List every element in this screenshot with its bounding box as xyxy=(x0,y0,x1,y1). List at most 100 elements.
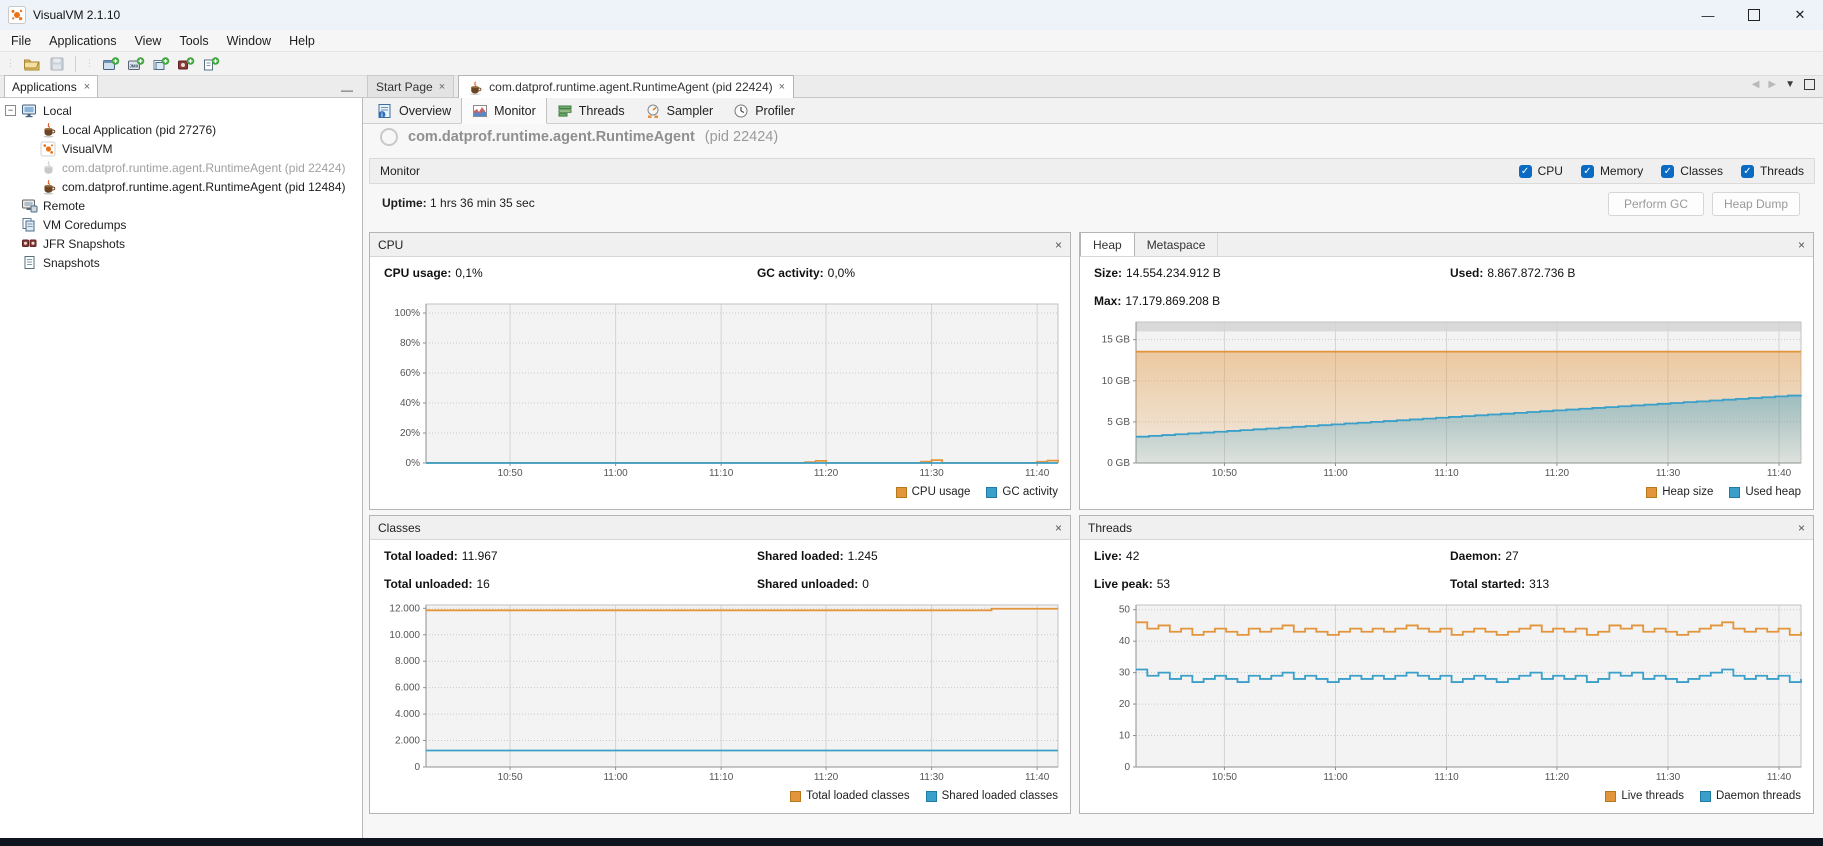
menu-item-applications[interactable]: Applications xyxy=(40,32,125,50)
tree-item-com-datprof-runtime-agent-runtimeagent-pid-12484[interactable]: com.datprof.runtime.agent.RuntimeAgent (… xyxy=(0,177,362,196)
legend-label: Shared loaded classes xyxy=(942,790,1058,802)
maximize-button[interactable] xyxy=(1731,0,1777,30)
classes-legend: Total loaded classesShared loaded classe… xyxy=(370,784,1070,813)
add-jfr-snapshot-icon[interactable] xyxy=(175,54,197,74)
tree-item-snapshots[interactable]: Snapshots xyxy=(0,253,362,272)
collapse-sidebar-button[interactable]: — xyxy=(341,87,353,93)
checkbox-classes[interactable]: ✓Classes xyxy=(1661,164,1723,178)
svg-text:11:40: 11:40 xyxy=(1767,772,1792,783)
load-snapshot-icon[interactable] xyxy=(21,54,43,74)
minimize-button[interactable]: — xyxy=(1685,0,1731,30)
cpu-chart: 10:5011:0011:1011:2011:3011:40100%80%60%… xyxy=(370,298,1070,480)
add-vm-coredump-icon[interactable] xyxy=(150,54,172,74)
uptime-value: 1 hrs 36 min 35 sec xyxy=(430,196,535,210)
cpu-panel: CPU × CPU usage:0,1%GC activity:0,0% 10:… xyxy=(369,232,1071,510)
stat-max: Max:17.179.869.208 B xyxy=(1094,294,1450,316)
stat-value: 16 xyxy=(476,577,489,591)
svg-text:12.000: 12.000 xyxy=(389,603,420,614)
svg-text:11:40: 11:40 xyxy=(1025,468,1050,479)
scroll-tabs-right-icon[interactable]: ▶ xyxy=(1768,79,1776,90)
stat-total-unloaded: Total unloaded: 16 xyxy=(384,577,757,599)
perform-gc-button[interactable]: Perform GC xyxy=(1608,192,1704,216)
classes-panel-close-icon[interactable]: × xyxy=(1055,521,1062,535)
toolbar: ⋮⋮JMX xyxy=(0,52,1823,76)
cpu-panel-title: CPU xyxy=(378,238,403,252)
doc-tab-close-icon[interactable]: × xyxy=(439,81,445,93)
threads-legend: Live threadsDaemon threads xyxy=(1080,784,1813,813)
doc-tab-label: com.datprof.runtime.agent.RuntimeAgent (… xyxy=(489,80,773,94)
visualvm-window: VisualVM 2.1.10 — ✕ FileApplicationsView… xyxy=(0,0,1823,846)
menu-item-view[interactable]: View xyxy=(126,32,171,50)
add-jmx-connection-icon[interactable]: JMX xyxy=(125,54,147,74)
heap-tab-metaspace[interactable]: Metaspace xyxy=(1135,233,1219,256)
tree-item-local[interactable]: −Local xyxy=(0,101,362,120)
tree-item-remote[interactable]: Remote xyxy=(0,196,362,215)
threads-stats: Live:42Daemon:27Live peak:53Total starte… xyxy=(1080,540,1813,599)
legend-swatch xyxy=(896,487,907,498)
legend-item-shared-loaded-classes: Shared loaded classes xyxy=(926,790,1058,802)
checkbox-threads[interactable]: ✓Threads xyxy=(1741,164,1804,178)
tree-item-jfr-snapshots[interactable]: JFR Snapshots xyxy=(0,234,362,253)
remote-icon xyxy=(21,198,38,214)
stat-daemon: Daemon:27 xyxy=(1450,549,1799,571)
add-snapshot-icon[interactable] xyxy=(200,54,222,74)
tree-item-visualvm[interactable]: VisualVM xyxy=(0,139,362,158)
tree-item-vm-coredumps[interactable]: VM Coredumps xyxy=(0,215,362,234)
tree-expander-icon[interactable]: − xyxy=(5,105,16,116)
maximize-tab-icon[interactable] xyxy=(1804,79,1815,90)
tab-threads[interactable]: Threads xyxy=(547,98,635,123)
tab-sampler[interactable]: Sampler xyxy=(635,98,724,123)
svg-text:10: 10 xyxy=(1119,731,1131,742)
svg-text:10:50: 10:50 xyxy=(1212,772,1237,783)
doc-tab-start-page[interactable]: Start Page × xyxy=(367,75,454,97)
tab-overview[interactable]: iOverview xyxy=(367,98,461,123)
applications-tab[interactable]: Applications × xyxy=(4,75,98,97)
tab-label: Threads xyxy=(579,104,625,118)
doc-tab-close-icon[interactable]: × xyxy=(779,81,785,93)
heap-tab-heap[interactable]: Heap xyxy=(1080,233,1135,256)
stat-value: 0 xyxy=(862,577,869,591)
stat-shared-unloaded: Shared unloaded:0 xyxy=(757,577,1056,599)
svg-text:5 GB: 5 GB xyxy=(1107,417,1130,428)
tree-item-local-application-pid-27276[interactable]: Local Application (pid 27276) xyxy=(0,120,362,139)
checkbox-label: CPU xyxy=(1538,164,1563,178)
tree-item-com-datprof-runtime-agent-runtimeagent-pid-22424[interactable]: com.datprof.runtime.agent.RuntimeAgent (… xyxy=(0,158,362,177)
stat-value: 14.554.234.912 B xyxy=(1126,266,1221,280)
snapshot-icon xyxy=(21,255,38,271)
checkbox-label: Classes xyxy=(1680,164,1723,178)
menu-item-window[interactable]: Window xyxy=(218,32,280,50)
stat-value: 313 xyxy=(1529,577,1549,591)
tab-profiler[interactable]: Profiler xyxy=(723,98,805,123)
heap-stats: Size:14.554.234.912 BUsed:8.867.872.736 … xyxy=(1080,257,1813,316)
doc-tab-label: Start Page xyxy=(376,80,433,94)
jfr-icon xyxy=(21,236,38,252)
menu-item-help[interactable]: Help xyxy=(280,32,324,50)
stat-total-loaded: Total loaded:11.967 xyxy=(384,549,757,571)
monitor-section-bar: Monitor ✓CPU✓Memory✓Classes✓Threads xyxy=(369,158,1815,184)
tab-list-dropdown-icon[interactable]: ▼ xyxy=(1785,79,1795,90)
stat-label: Total unloaded: xyxy=(384,577,472,591)
checkbox-check-icon: ✓ xyxy=(1519,165,1532,178)
close-button[interactable]: ✕ xyxy=(1777,0,1823,30)
save-icon[interactable] xyxy=(46,54,68,74)
add-application-icon[interactable] xyxy=(100,54,122,74)
checkbox-memory[interactable]: ✓Memory xyxy=(1581,164,1643,178)
menu-item-tools[interactable]: Tools xyxy=(170,32,217,50)
threads-panel-close-icon[interactable]: × xyxy=(1798,521,1805,535)
stat-label: Max: xyxy=(1094,294,1121,308)
scroll-tabs-left-icon[interactable]: ◀ xyxy=(1752,79,1760,90)
applications-tab-close-icon[interactable]: × xyxy=(84,81,90,93)
heap-dump-button[interactable]: Heap Dump xyxy=(1712,192,1800,216)
metric-checkboxes: ✓ CPU ✓Memory ✓Classes ✓Threads xyxy=(1519,164,1804,178)
taskbar-edge xyxy=(0,838,1823,846)
cpu-panel-close-icon[interactable]: × xyxy=(1055,238,1062,252)
tree-item-label: VM Coredumps xyxy=(43,218,126,232)
checkbox-cpu[interactable]: ✓ CPU xyxy=(1519,164,1563,178)
cpu-chart-svg: 10:5011:0011:1011:2011:3011:40100%80%60%… xyxy=(370,298,1070,480)
window-controls: — ✕ xyxy=(1685,0,1823,30)
stat-label: Live peak: xyxy=(1094,577,1153,591)
heap-panel-close-icon[interactable]: × xyxy=(1798,238,1805,252)
doc-tab-com-datprof-runtime-agent-runtimeagent-pid-22424[interactable]: com.datprof.runtime.agent.RuntimeAgent (… xyxy=(458,75,794,98)
menu-item-file[interactable]: File xyxy=(2,32,40,50)
tab-monitor[interactable]: Monitor xyxy=(461,97,547,124)
